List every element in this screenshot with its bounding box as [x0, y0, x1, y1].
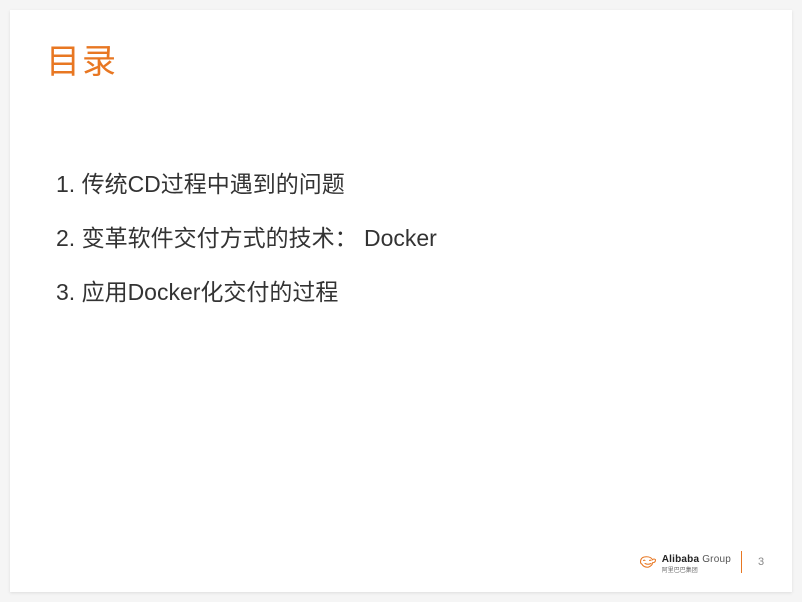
footer: Alibaba Group 阿里巴巴集团 3 — [639, 549, 770, 574]
list-item: 2. 变革软件交付方式的技术： Docker — [56, 222, 752, 254]
toc-list: 1. 传统CD过程中遇到的问题 2. 变革软件交付方式的技术： Docker 3… — [56, 168, 752, 331]
list-item: 1. 传统CD过程中遇到的问题 — [56, 168, 752, 200]
brand-name-en: Alibaba Group — [662, 554, 731, 565]
logo-text-block: Alibaba Group 阿里巴巴集团 — [662, 549, 731, 574]
list-item: 3. 应用Docker化交付的过程 — [56, 276, 752, 308]
slide: 目录 1. 传统CD过程中遇到的问题 2. 变革软件交付方式的技术： Docke… — [10, 10, 792, 592]
brand-name-cn: 阿里巴巴集团 — [662, 568, 731, 574]
alibaba-logo: Alibaba Group 阿里巴巴集团 — [639, 549, 731, 574]
alibaba-face-icon — [639, 555, 657, 569]
page-number: 3 — [752, 556, 770, 568]
slide-title: 目录 — [46, 34, 118, 83]
footer-divider — [741, 551, 742, 573]
